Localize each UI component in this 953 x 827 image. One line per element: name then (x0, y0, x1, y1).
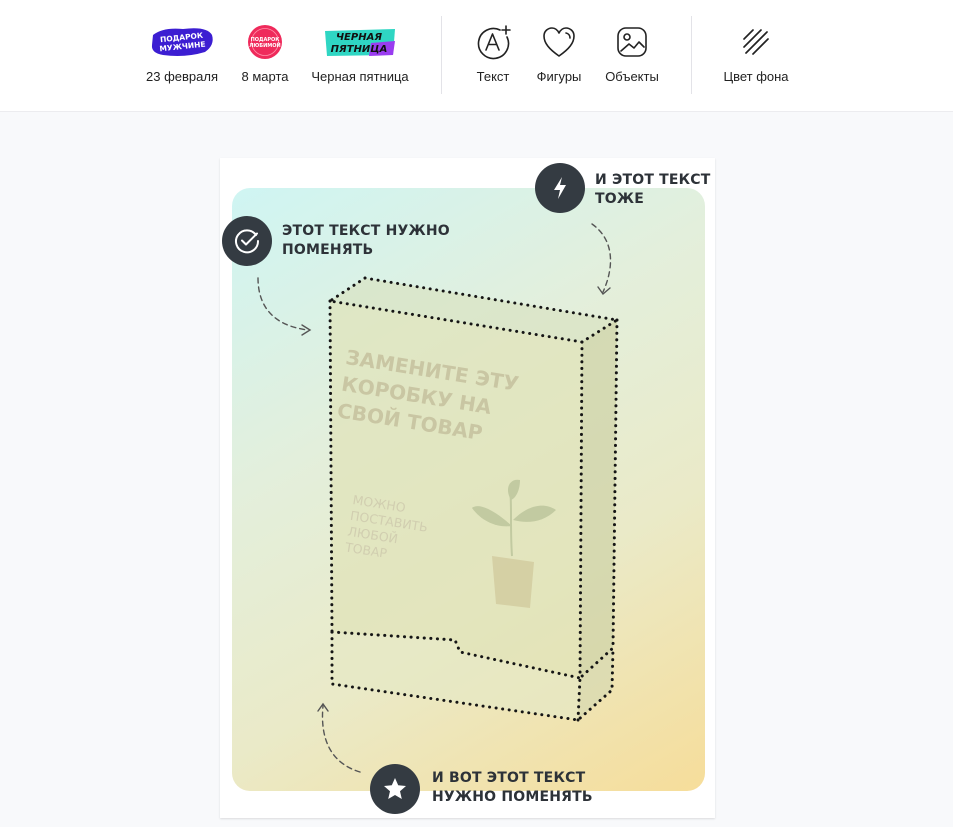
tool-objects[interactable]: Объекты (600, 0, 664, 112)
design-canvas[interactable]: ЗАМЕНИТЕ ЭТУ КОРОБКУ НА СВОЙ ТОВАР Можно… (220, 158, 715, 818)
tool-shapes[interactable]: Фигуры (532, 0, 586, 112)
template-toolbar: ПОДАРОК МУЖЧИНЕ 23 февраля ПОДАРОК ЛЮБИМ… (0, 0, 953, 112)
hatch-pattern-icon (736, 22, 776, 62)
lightning-icon (554, 177, 566, 199)
checkmark-badge (222, 216, 272, 266)
black-friday-sticker-icon: ЧЕРНАЯ ПЯТНИЦА (320, 22, 400, 62)
star-badge (370, 764, 420, 814)
tool-text[interactable]: Текст (468, 0, 518, 112)
sticker-black-friday[interactable]: ЧЕРНАЯ ПЯТНИЦА Черная пятница (305, 0, 415, 112)
tool-objects-label: Объекты (605, 69, 659, 84)
check-circle-icon (235, 229, 260, 254)
note-right-text[interactable]: И ЭТОТ ТЕКСТ ТОЖЕ (595, 171, 711, 209)
toolbar-divider (691, 16, 692, 94)
sticker-8-march-label: 8 марта (241, 69, 289, 84)
image-icon (612, 22, 652, 62)
tool-background-color[interactable]: Цвет фона (718, 0, 794, 112)
svg-text:ЛЮБИМОЙ: ЛЮБИМОЙ (249, 41, 280, 49)
sticker-8-march[interactable]: ПОДАРОК ЛЮБИМОЙ 8 марта (235, 0, 295, 112)
tool-shapes-label: Фигуры (536, 69, 582, 84)
svg-text:ПЯТНИЦА: ПЯТНИЦА (331, 44, 388, 55)
note-bottom-text[interactable]: И ВОТ ЭТОТ ТЕКСТ НУЖНО ПОМЕНЯТЬ (432, 769, 593, 807)
sticker-black-friday-label: Черная пятница (311, 69, 409, 84)
star-icon (384, 778, 406, 799)
heart-icon (539, 22, 579, 62)
svg-text:ЧЕРНАЯ: ЧЕРНАЯ (336, 32, 382, 43)
gift-for-beloved-sticker-icon: ПОДАРОК ЛЮБИМОЙ (245, 22, 285, 62)
note-left-text[interactable]: ЭТОТ ТЕКСТ НУЖНО ПОМЕНЯТЬ (282, 222, 450, 260)
sticker-23-february-label: 23 февраля (146, 69, 218, 84)
lightning-badge (535, 163, 585, 213)
tool-background-color-label: Цвет фона (723, 69, 789, 84)
gift-for-man-sticker-icon: ПОДАРОК МУЖЧИНЕ (149, 22, 215, 62)
sticker-23-february[interactable]: ПОДАРОК МУЖЧИНЕ 23 февраля (141, 0, 223, 112)
toolbar-divider (441, 16, 442, 94)
add-text-icon (473, 22, 513, 62)
tool-text-label: Текст (476, 69, 510, 84)
